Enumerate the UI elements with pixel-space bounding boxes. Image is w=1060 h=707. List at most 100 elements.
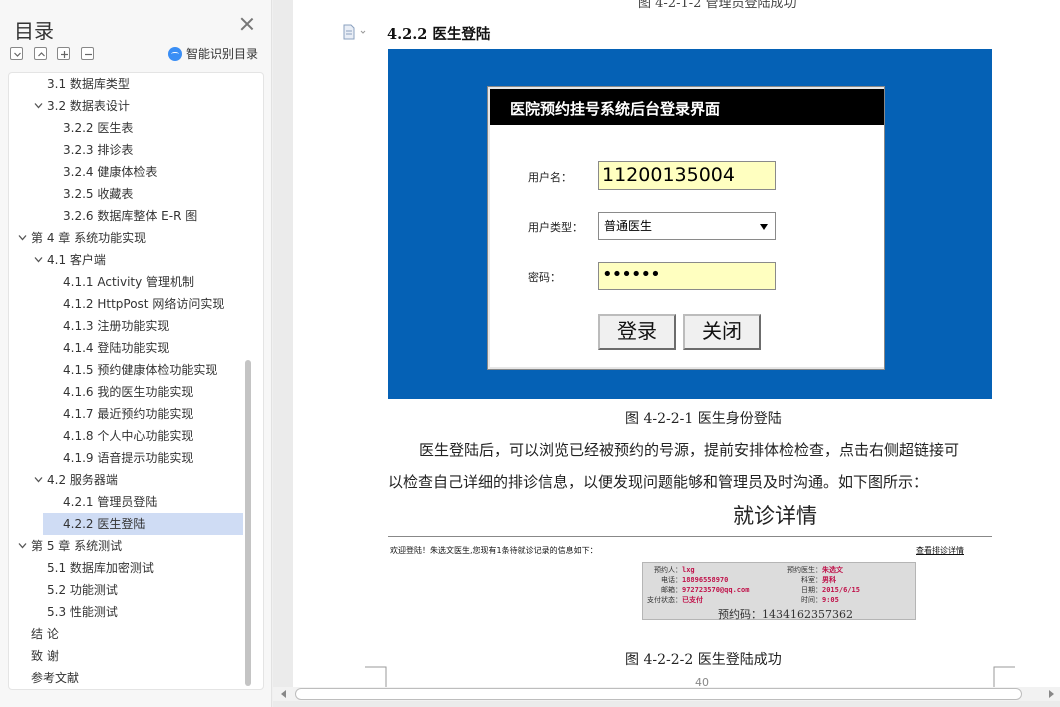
toc-item-label: 4.1.1 Activity 管理机制 [63,275,195,289]
toc-item[interactable]: 3.2.3 排诊表 [9,139,249,161]
toc-item[interactable]: 参考文献 [9,667,249,689]
ai-icon [168,46,182,61]
toc-item[interactable]: 4.1.5 预约健康体检功能实现 [9,359,249,381]
toc-item-label: 参考文献 [31,671,80,685]
toc-item[interactable]: 4.1.2 HttpPost 网络访问实现 [9,293,249,315]
toc-item[interactable]: 4.1.6 我的医生功能实现 [9,381,249,403]
scroll-right-icon[interactable] [1049,690,1054,698]
payment-status-field: 支付状态：已支付 [647,596,703,604]
login-dialog: 医院预约挂号系统后台登录界面 用户名： 11200135004 用户类型： 普通… [487,86,885,370]
close-icon[interactable] [240,17,254,31]
smart-toc-label: 智能识别目录 [186,47,259,61]
divider [388,536,992,537]
toc-item[interactable]: 4.1 客户端 [9,249,249,271]
toc-item-label: 第 5 章 系统测试 [31,539,123,553]
toc-item-label: 4.1.7 最近预约功能实现 [63,407,194,421]
toc-item[interactable]: 4.2.2 医生登陆 [43,513,243,535]
toc-item[interactable]: 4.2 服务器端 [9,469,249,491]
remove-icon[interactable] [81,47,94,60]
login-title-bar: 医院预约挂号系统后台登录界面 [490,89,884,125]
toc-item[interactable]: 3.2.5 收藏表 [9,183,249,205]
toc-item[interactable]: 4.1.9 语音提示功能实现 [9,447,249,469]
toc-item[interactable]: 3.2.4 健康体检表 [9,161,249,183]
toc-item-label: 5.1 数据库加密测试 [47,561,154,575]
toc-item[interactable]: 4.1.1 Activity 管理机制 [9,271,249,293]
password-input[interactable]: •••••• [598,262,776,290]
password-label: 密码： [528,271,561,284]
toc-item-label: 4.2.1 管理员登陆 [63,495,158,509]
usertype-select[interactable]: 普通医生 [598,212,776,240]
appointment-code: 预约码：1434162357362 [718,608,853,621]
document-page: 图 4-2-1-2 管理员登陆成功 4.2.2 医生登陆 医院预约挂号系统后台登… [293,0,1060,690]
toc-item[interactable]: 3.2.6 数据库整体 E-R 图 [9,205,249,227]
scrollbar-thumb[interactable] [295,688,1022,700]
toc-item-label: 4.1.3 注册功能实现 [63,319,170,333]
toc-item-label: 3.2.5 收藏表 [63,187,134,201]
toc-item-label: 4.1.2 HttpPost 网络访问实现 [63,297,225,311]
crop-mark-icon [993,666,1015,688]
patient-field: 预约人：lxg [654,566,695,574]
toc-item[interactable]: 3.1 数据库类型 [9,73,249,95]
chevron-down-icon[interactable] [18,233,27,242]
chevron-down-icon[interactable] [34,475,43,484]
horizontal-scrollbar[interactable] [273,687,1060,701]
toc-item-label: 5.2 功能测试 [47,583,118,597]
username-input[interactable]: 11200135004 [598,161,776,190]
toc-item[interactable]: 致 谢 [9,645,249,667]
chevron-down-icon[interactable] [34,255,43,264]
toc-item[interactable]: 4.1.8 个人中心功能实现 [9,425,249,447]
toc-item-label: 4.2 服务器端 [47,473,118,487]
toc-item[interactable]: 第 4 章 系统功能实现 [9,227,249,249]
toc-item[interactable]: 5.1 数据库加密测试 [9,557,249,579]
toc-item-label: 3.2.2 医生表 [63,121,134,135]
document-icon[interactable] [341,24,371,40]
toc-list: 3.1 数据库类型 3.2 数据表设计 3.2.2 医生表 3.2.3 排诊表 3.2.… [8,72,264,690]
toc-item[interactable]: 3.2.2 医生表 [9,117,249,139]
expand-all-icon[interactable] [34,47,47,60]
visit-details-title: 就诊详情 [733,504,817,528]
toc-item-label: 3.2.3 排诊表 [63,143,134,157]
toc-item[interactable]: 4.2.1 管理员登陆 [9,491,249,513]
crop-mark-icon [365,666,387,688]
schedule-details-link[interactable]: 查看排诊详情 [916,545,964,556]
toc-title: 目录 [14,19,54,43]
chevron-down-icon[interactable] [18,541,27,550]
toc-item-label: 5.3 性能测试 [47,605,118,619]
paragraph-line: 以检查自己详细的排诊信息，以便发现问题能够和管理员及时沟通。如下图所示： [388,473,929,491]
chevron-down-icon[interactable] [34,101,43,110]
toc-item[interactable]: 4.1.3 注册功能实现 [9,315,249,337]
toc-item-label: 4.1.9 语音提示功能实现 [63,451,194,465]
usertype-label: 用户类型： [528,221,583,234]
username-label: 用户名： [528,171,572,184]
toc-item-label: 3.1 数据库类型 [47,77,130,91]
login-screenshot-figure: 医院预约挂号系统后台登录界面 用户名： 11200135004 用户类型： 普通… [388,49,992,399]
toc-item[interactable]: 第 5 章 系统测试 [9,535,249,557]
doctor-field: 预约医生：朱选文 [787,566,843,574]
scroll-left-icon[interactable] [281,690,286,698]
paragraph-line: 医生登陆后，可以浏览已经被预约的号源，提前安排体检检查，点击右侧超链接可 [419,441,960,459]
toc-item[interactable]: 4.1.4 登陆功能实现 [9,337,249,359]
toc-scrollbar[interactable] [245,360,251,686]
figure-caption: 图 4-2-2-1 医生身份登陆 [625,411,782,427]
previous-figure-caption: 图 4-2-1-2 管理员登陆成功 [638,0,797,11]
toc-item-label: 3.2 数据表设计 [47,99,130,113]
toc-item[interactable]: 5.2 功能测试 [9,579,249,601]
toc-item-label: 3.2.4 健康体检表 [63,165,158,179]
add-icon[interactable] [57,47,70,60]
toc-item-label: 4.2.2 医生登陆 [63,517,146,531]
date-field: 日期：2015/6/15 [801,586,860,594]
toc-item-label: 第 4 章 系统功能实现 [31,231,147,245]
toc-item-label: 4.1.4 登陆功能实现 [63,341,170,355]
appointment-card: 预约人：lxg 电话：18896558970 邮箱：972723570@qq.c… [642,562,916,621]
close-button[interactable]: 关闭 [683,314,761,350]
toc-item-label: 4.1 客户端 [47,253,106,267]
toc-item-label: 结 论 [31,627,59,641]
toc-item[interactable]: 3.2 数据表设计 [9,95,249,117]
toc-item-label: 3.2.6 数据库整体 E-R 图 [63,209,198,223]
collapse-all-icon[interactable] [10,47,23,60]
login-button[interactable]: 登录 [598,314,676,350]
smart-toc-button[interactable]: 智能识别目录 [168,45,258,62]
toc-item[interactable]: 4.1.7 最近预约功能实现 [9,403,249,425]
toc-item[interactable]: 结 论 [9,623,249,645]
toc-item[interactable]: 5.3 性能测试 [9,601,249,623]
